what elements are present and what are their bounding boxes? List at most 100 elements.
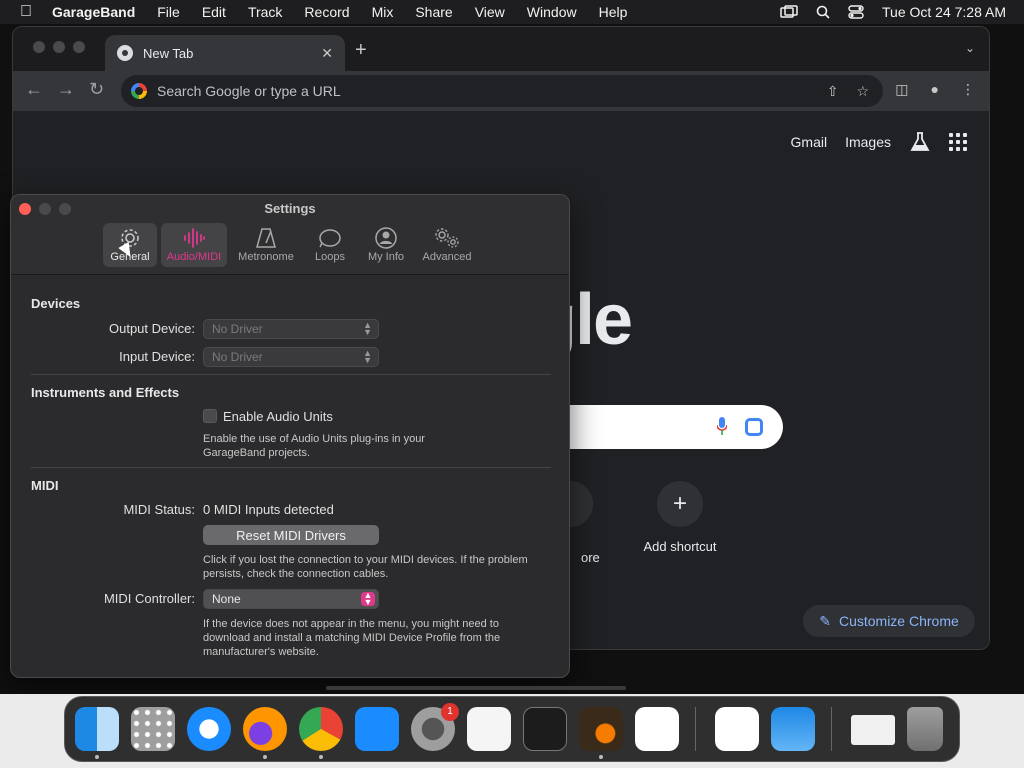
menu-record[interactable]: Record xyxy=(304,4,349,20)
launchpad-icon[interactable] xyxy=(131,707,175,751)
control-center-icon[interactable] xyxy=(848,5,864,19)
garageband-settings-window: Settings General Audio/MIDI Metronome Lo… xyxy=(10,194,570,678)
bookmark-star-icon[interactable]: ☆ xyxy=(856,83,869,100)
google-lens-icon[interactable] xyxy=(745,418,763,436)
enable-audio-units-checkbox[interactable] xyxy=(203,409,217,423)
chrome-tab-new-tab[interactable]: New Tab ✕ xyxy=(105,35,345,71)
input-device-popup[interactable]: No Driver ▲ ▼ xyxy=(203,347,379,367)
output-device-popup[interactable]: No Driver ▲ ▼ xyxy=(203,319,379,339)
labs-flask-icon[interactable] xyxy=(909,131,931,153)
popup-chevrons-icon: ▲ ▼ xyxy=(363,320,372,337)
midi-controller-label: MIDI Controller: xyxy=(103,591,195,606)
settings-title: Settings xyxy=(264,201,316,216)
tab-audio-midi[interactable]: Audio/MIDI xyxy=(161,223,227,267)
settings-notification-badge: 1 xyxy=(441,703,459,721)
reload-icon[interactable]: ↻ xyxy=(89,79,104,100)
new-tab-plus-icon[interactable]: + xyxy=(355,39,367,62)
customize-chrome-button[interactable]: ✎ Customize Chrome xyxy=(803,605,975,637)
menu-view[interactable]: View xyxy=(475,4,505,20)
menu-file[interactable]: File xyxy=(157,4,180,20)
midi-controller-popup[interactable]: None ▲ ▼ xyxy=(203,589,379,609)
section-divider xyxy=(31,467,551,468)
google-apps-grid-icon[interactable] xyxy=(949,133,967,151)
reset-midi-drivers-button[interactable]: Reset MIDI Drivers xyxy=(203,525,379,545)
menu-help[interactable]: Help xyxy=(599,4,628,20)
chrome-tab-strip: New Tab ✕ + ⌄ xyxy=(13,27,989,71)
tab-advanced[interactable]: Advanced xyxy=(417,223,477,267)
chrome-menu-icon[interactable]: ⋮ xyxy=(961,81,975,98)
tab-advanced-label: Advanced xyxy=(422,251,472,263)
dock: 1 xyxy=(64,696,960,762)
vscode-icon[interactable] xyxy=(635,707,679,751)
menu-edit[interactable]: Edit xyxy=(202,4,226,20)
visual-studio-icon[interactable] xyxy=(715,707,759,751)
safari-icon[interactable] xyxy=(187,707,231,751)
reset-midi-help: Click if you lost the connection to your… xyxy=(203,554,528,580)
instruments-heading: Instruments and Effects xyxy=(31,385,180,400)
preview-window-icon[interactable] xyxy=(851,715,895,745)
midi-status-label: MIDI Status: xyxy=(123,502,195,517)
chrome-close-button[interactable] xyxy=(33,41,45,53)
textedit-icon[interactable] xyxy=(467,707,511,751)
spotlight-search-icon[interactable] xyxy=(816,5,830,19)
ntp-top-links: Gmail Images xyxy=(791,131,967,153)
chrome-minimize-button[interactable] xyxy=(53,41,65,53)
chrome-favicon-icon xyxy=(117,45,133,61)
gmail-link[interactable]: Gmail xyxy=(791,134,828,150)
loop-icon xyxy=(319,229,341,248)
menu-share[interactable]: Share xyxy=(415,4,452,20)
side-panel-icon[interactable]: ◫ xyxy=(895,81,908,98)
settings-toolbar: Settings General Audio/MIDI Metronome Lo… xyxy=(11,195,569,275)
images-link[interactable]: Images xyxy=(845,134,891,150)
midi-heading: MIDI xyxy=(31,478,59,493)
enable-audio-units-label[interactable]: Enable Audio Units xyxy=(223,409,333,424)
tab-loops[interactable]: Loops xyxy=(307,223,353,267)
pencil-icon: ✎ xyxy=(819,612,831,629)
input-device-label: Input Device: xyxy=(119,349,195,364)
app-store-icon[interactable] xyxy=(355,707,399,751)
weather-icon[interactable] xyxy=(771,707,815,751)
share-icon[interactable]: ⇧ xyxy=(827,83,839,100)
shortcut-partial-label: ore xyxy=(581,550,600,565)
person-icon xyxy=(375,227,397,249)
trash-icon[interactable] xyxy=(907,707,943,751)
apple-menu-icon[interactable]:  xyxy=(0,3,52,21)
tab-my-info-label: My Info xyxy=(367,251,405,263)
screen-mirroring-icon[interactable] xyxy=(780,5,798,19)
tab-metronome[interactable]: Metronome xyxy=(233,223,299,267)
add-shortcut-label: Add shortcut xyxy=(643,539,717,554)
garageband-icon[interactable] xyxy=(579,707,623,751)
profile-avatar-icon[interactable]: ● xyxy=(931,81,939,98)
output-device-label: Output Device: xyxy=(109,321,195,336)
chrome-zoom-button[interactable] xyxy=(73,41,85,53)
tab-close-icon[interactable]: ✕ xyxy=(321,45,333,62)
menu-window[interactable]: Window xyxy=(527,4,577,20)
customize-chrome-label: Customize Chrome xyxy=(838,613,959,629)
back-arrow-icon[interactable]: ← xyxy=(25,79,43,100)
input-device-value: No Driver xyxy=(212,350,263,364)
tab-search-chevron-icon[interactable]: ⌄ xyxy=(965,41,975,55)
menu-clock[interactable]: Tue Oct 24 7:28 AM xyxy=(882,4,1006,20)
dock-separator xyxy=(831,707,832,751)
running-indicator xyxy=(319,755,323,759)
dock-separator xyxy=(695,707,696,751)
menu-track[interactable]: Track xyxy=(248,4,282,20)
terminal-icon[interactable] xyxy=(523,707,567,751)
tab-audio-midi-label: Audio/MIDI xyxy=(166,251,222,263)
menu-app-name[interactable]: GarageBand xyxy=(52,4,135,20)
tab-loops-label: Loops xyxy=(315,251,345,263)
add-shortcut-tile[interactable]: + Add shortcut xyxy=(625,481,735,554)
midi-controller-help: If the device does not appear in the men… xyxy=(203,618,501,658)
popup-chevrons-icon: ▲ ▼ xyxy=(361,591,375,607)
chrome-icon[interactable] xyxy=(299,707,343,751)
voice-search-mic-icon[interactable] xyxy=(717,417,727,435)
forward-arrow-icon[interactable]: → xyxy=(57,79,75,100)
menu-mix[interactable]: Mix xyxy=(372,4,394,20)
horizontal-scrollbar[interactable] xyxy=(326,686,626,690)
finder-icon[interactable] xyxy=(75,707,119,751)
tab-my-info[interactable]: My Info xyxy=(361,223,411,267)
output-device-value: No Driver xyxy=(212,322,263,336)
firefox-icon[interactable] xyxy=(243,707,287,751)
tab-title: New Tab xyxy=(143,45,194,61)
omnibox[interactable]: Search Google or type a URL ⇧ ☆ xyxy=(121,75,883,107)
